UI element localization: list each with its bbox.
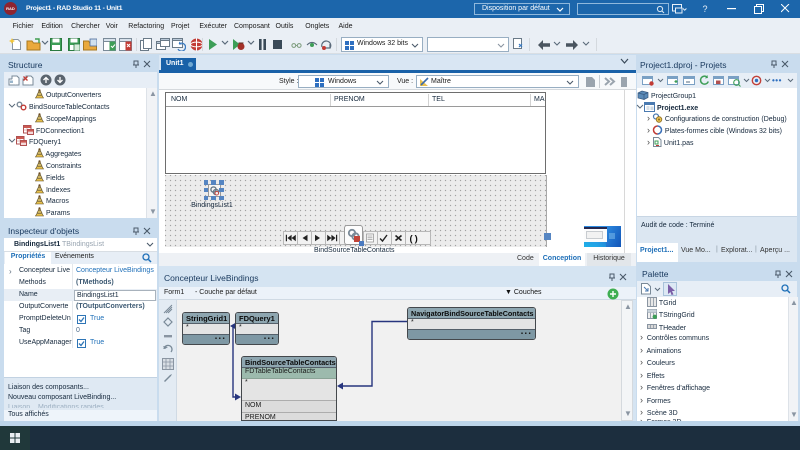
svg-text:( ): ( ) <box>410 234 418 245</box>
